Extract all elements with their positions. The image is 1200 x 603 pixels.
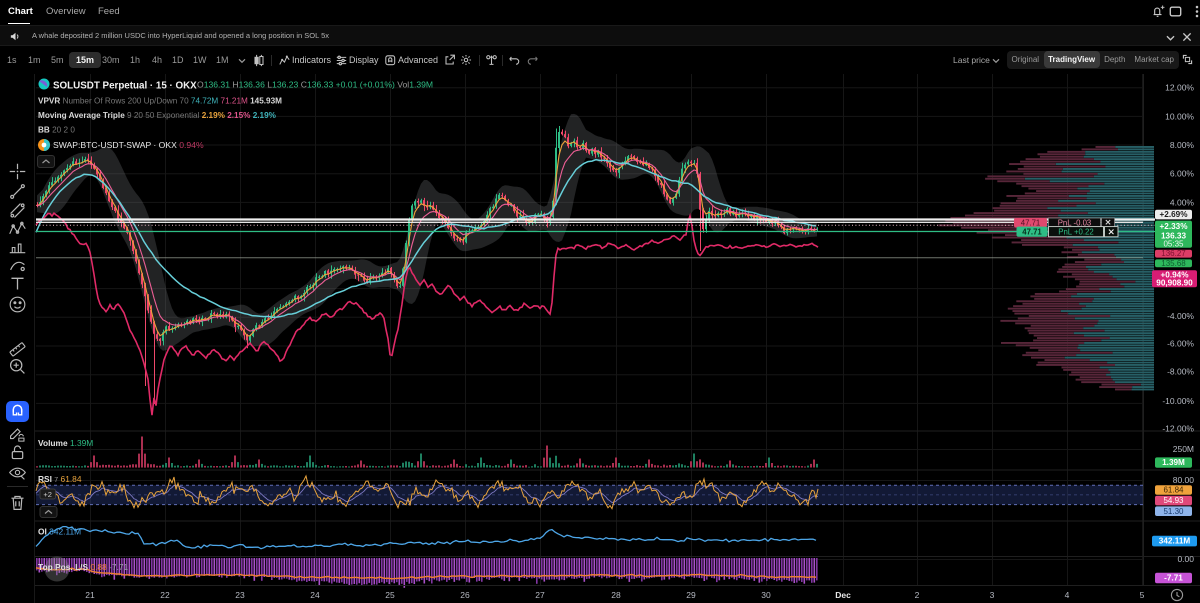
svg-text:VPVR Number Of Rows 200 Up/Dow: VPVR Number Of Rows 200 Up/Down 70 74.72… <box>38 97 282 106</box>
svg-text:05:35: 05:35 <box>1163 239 1184 248</box>
svg-text:6.00%: 6.00% <box>1170 169 1195 179</box>
svg-text:30: 30 <box>761 590 771 600</box>
svg-text:90,908.90: 90,908.90 <box>1156 279 1193 288</box>
svg-text:26: 26 <box>460 590 470 600</box>
svg-text:1.39M: 1.39M <box>1162 458 1185 467</box>
svg-text:47.71: 47.71 <box>1022 228 1042 237</box>
svg-text:-12.00%: -12.00% <box>1162 423 1194 433</box>
svg-text:47.71: 47.71 <box>1021 218 1041 227</box>
svg-text:OI 342.11M: OI 342.11M <box>38 527 81 537</box>
svg-text:10.00%: 10.00% <box>1165 111 1194 121</box>
svg-text:+2.33%: +2.33% <box>1160 222 1189 231</box>
svg-text:25: 25 <box>385 590 395 600</box>
svg-text:136.27: 136.27 <box>1161 249 1186 258</box>
svg-text:21: 21 <box>85 590 95 600</box>
svg-text:PnL +0.22: PnL +0.22 <box>1058 228 1093 237</box>
svg-text:RSI 7 61.84: RSI 7 61.84 <box>38 474 82 484</box>
svg-text:5: 5 <box>1140 590 1145 600</box>
svg-text:4.00%: 4.00% <box>1170 197 1195 207</box>
svg-text:-8.00%: -8.00% <box>1167 366 1194 376</box>
svg-text:-7.71: -7.71 <box>1164 573 1183 582</box>
svg-text:51.30: 51.30 <box>1163 507 1184 516</box>
svg-text:342.11M: 342.11M <box>1159 537 1191 546</box>
svg-text:61.84: 61.84 <box>1163 486 1184 495</box>
svg-text:-10.00%: -10.00% <box>1162 396 1194 406</box>
svg-text:BB 20 2 0: BB 20 2 0 <box>38 126 75 135</box>
svg-text:+2.69%: +2.69% <box>1160 210 1189 219</box>
svg-text:O136.31 H136.36 L136.23 C13: O136.31 H136.36 L136.23 C136.33 +0.01 (+… <box>197 80 433 90</box>
svg-text:SOLUSDT Perpetual · 15 · OKX: SOLUSDT Perpetual · 15 · OKX <box>53 81 197 92</box>
svg-text:3: 3 <box>990 590 995 600</box>
svg-text:54.93: 54.93 <box>1163 496 1184 505</box>
svg-text:-6.00%: -6.00% <box>1167 339 1194 349</box>
svg-text:24: 24 <box>310 590 320 600</box>
svg-text:2: 2 <box>915 590 920 600</box>
svg-text:22: 22 <box>160 590 170 600</box>
svg-text:0.00: 0.00 <box>1177 554 1194 564</box>
svg-text:23: 23 <box>235 590 245 600</box>
svg-text:Top Pos. L/S 0.88 -7.71: Top Pos. L/S 0.88 -7.71 <box>38 562 128 572</box>
svg-text:4: 4 <box>1065 590 1070 600</box>
svg-text:PnL -0.03: PnL -0.03 <box>1058 218 1092 227</box>
svg-text:28: 28 <box>611 590 621 600</box>
svg-text:Moving Average Triple 9 20 50: Moving Average Triple 9 20 50 Exponentia… <box>38 111 277 120</box>
svg-text:27: 27 <box>535 590 545 600</box>
svg-text:29: 29 <box>686 590 696 600</box>
svg-text:250M: 250M <box>1173 444 1194 454</box>
svg-text:135.68: 135.68 <box>1161 259 1186 268</box>
svg-text:SWAP:BTC-USDT-SWAP · OKX 0.94%: SWAP:BTC-USDT-SWAP · OKX 0.94% <box>53 140 204 150</box>
svg-text:8.00%: 8.00% <box>1170 140 1195 150</box>
svg-text:-4.00%: -4.00% <box>1167 311 1194 321</box>
svg-text:12.00%: 12.00% <box>1165 83 1194 93</box>
svg-text:Dec: Dec <box>835 590 851 600</box>
svg-text:Volume 1.39M: Volume 1.39M <box>38 438 93 448</box>
svg-text:+2: +2 <box>43 490 52 499</box>
svg-text:80.00: 80.00 <box>1173 475 1195 485</box>
